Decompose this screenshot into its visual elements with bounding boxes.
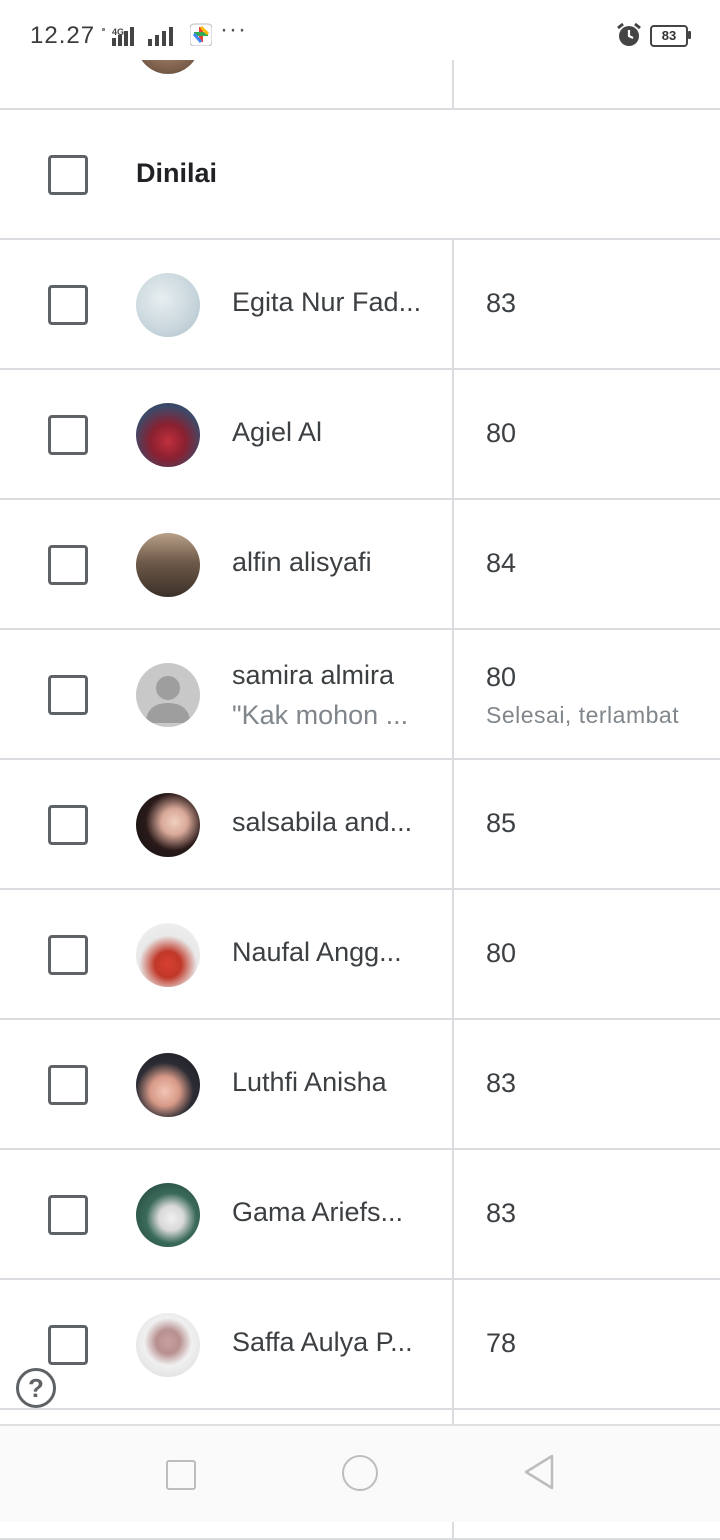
select-all-checkbox[interactable] — [48, 155, 88, 195]
list-item[interactable]: salsabila and... 85 — [0, 760, 720, 890]
signal-4g-icon: 4G — [102, 27, 134, 46]
avatar[interactable] — [136, 403, 200, 467]
column-divider — [452, 760, 454, 888]
list-item[interactable]: samira almira "Kak mohon ... 80 Selesai,… — [0, 630, 720, 760]
column-divider — [452, 630, 454, 758]
column-divider — [452, 370, 454, 498]
student-grade: 78 — [486, 1328, 517, 1358]
avatar[interactable] — [136, 1183, 200, 1247]
student-name: Luthfi Anisha — [232, 1067, 387, 1097]
select-checkbox[interactable] — [48, 415, 88, 455]
column-divider — [452, 1150, 454, 1278]
recent-apps-button[interactable] — [166, 1460, 196, 1490]
column-divider — [452, 500, 454, 628]
student-name: alfin alisyafi — [232, 547, 372, 577]
avatar[interactable] — [136, 273, 200, 337]
status-time: 12.27 — [30, 22, 96, 49]
private-comment: "Kak mohon ... — [232, 700, 409, 730]
back-button[interactable] — [522, 1454, 556, 1490]
list-item[interactable]: Luthfi Anisha 83 — [0, 1020, 720, 1150]
list-item[interactable]: Saffa Aulya P... 78 — [0, 1280, 720, 1410]
student-grade: 80 — [486, 662, 517, 692]
avatar[interactable] — [136, 923, 200, 987]
help-button[interactable]: ? — [16, 1368, 56, 1408]
student-name: Egita Nur Fad... — [232, 287, 422, 317]
student-name: Gama Ariefs... — [232, 1197, 404, 1227]
section-title: Dinilai — [136, 158, 218, 188]
avatar[interactable] — [136, 1313, 200, 1377]
select-checkbox[interactable] — [48, 1195, 88, 1235]
student-name: Agiel Al — [232, 417, 323, 447]
alarm-icon — [617, 22, 641, 46]
avatar[interactable] — [136, 793, 200, 857]
select-checkbox[interactable] — [48, 805, 88, 845]
select-checkbox[interactable] — [48, 935, 88, 975]
list-item[interactable]: Gama Ariefs... 83 — [0, 1150, 720, 1280]
more-notifications-icon: ··· — [220, 16, 247, 43]
student-name: salsabila and... — [232, 807, 413, 837]
battery-level: 83 — [650, 25, 688, 47]
avatar[interactable] — [136, 533, 200, 597]
section-header: Dinilai — [0, 110, 720, 240]
default-avatar-icon[interactable] — [136, 663, 200, 727]
select-checkbox[interactable] — [48, 285, 88, 325]
submission-status: Selesai, terlambat — [486, 702, 680, 728]
column-divider — [452, 1020, 454, 1148]
select-checkbox[interactable] — [48, 1325, 88, 1365]
student-name: Naufal Angg... — [232, 937, 402, 967]
list-item[interactable]: Naufal Angg... 80 — [0, 890, 720, 1020]
student-grade: 80 — [486, 938, 517, 968]
select-checkbox[interactable] — [48, 1065, 88, 1105]
student-grade: 83 — [486, 1068, 517, 1098]
column-divider — [452, 240, 454, 368]
student-grade: 83 — [486, 1198, 517, 1228]
list-item[interactable]: alfin alisyafi 84 — [0, 500, 720, 630]
home-button[interactable] — [342, 1455, 378, 1491]
select-checkbox[interactable] — [48, 545, 88, 585]
column-divider — [452, 890, 454, 1018]
student-grade: 83 — [486, 288, 517, 318]
app-store-icon — [190, 23, 212, 46]
student-name: samira almira — [232, 660, 395, 690]
battery-icon — [688, 31, 691, 39]
list-item[interactable]: Agiel Al 80 — [0, 370, 720, 500]
student-name: Saffa Aulya P... — [232, 1327, 413, 1357]
student-grade: 84 — [486, 548, 517, 578]
student-grade: 80 — [486, 418, 517, 448]
select-checkbox[interactable] — [48, 675, 88, 715]
avatar[interactable] — [136, 1053, 200, 1117]
student-grade: 85 — [486, 808, 517, 838]
signal-icon — [148, 27, 173, 46]
system-navigation-bar — [0, 1424, 720, 1522]
status-bar: 12.27 4G ··· 83 — [0, 0, 720, 60]
list-item[interactable]: Egita Nur Fad... 83 — [0, 240, 720, 370]
column-divider — [452, 1280, 454, 1408]
